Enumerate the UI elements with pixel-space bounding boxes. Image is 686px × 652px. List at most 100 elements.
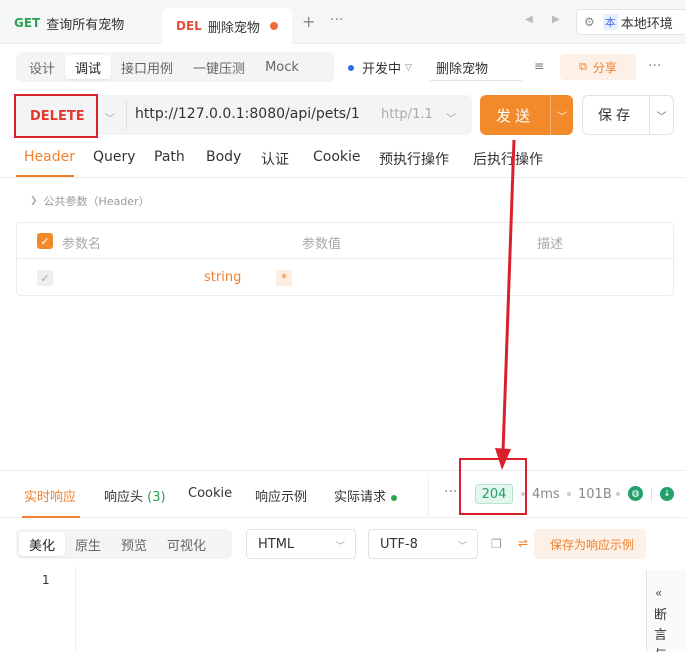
mode-design[interactable]: 设计 — [19, 55, 65, 79]
status-dot-icon — [348, 64, 354, 71]
download-icon[interactable]: ↓ — [660, 487, 674, 501]
tab-label: 实际请求 — [334, 490, 387, 505]
separator-dot — [616, 492, 620, 496]
scroll-right-icon[interactable]: ▶ — [552, 14, 560, 25]
more-icon[interactable]: ··· — [444, 484, 457, 500]
table-header: ✓ 参数名 参数值 描述 — [17, 223, 673, 259]
view-mode-switcher: 美化 原生 预览 可视化 — [16, 529, 232, 559]
mode-test-case[interactable]: 接口用例 — [111, 55, 183, 79]
tab-path[interactable]: Path — [154, 149, 185, 165]
tab-query[interactable]: Query — [93, 149, 136, 165]
more-tabs-icon[interactable]: ··· — [330, 12, 343, 28]
tab-post-script[interactable]: 后执行操作 — [473, 149, 543, 169]
environment-selector[interactable]: ⚙ 本 本地环境 — [576, 9, 686, 35]
headers-count: (3) — [147, 490, 166, 505]
add-tab-icon[interactable]: + — [302, 12, 315, 31]
method-select[interactable]: DELETE — [14, 94, 98, 138]
chevron-down-icon: ﹀ — [457, 542, 467, 552]
response-body-editor[interactable] — [16, 566, 638, 652]
column-header-desc: 描述 — [537, 237, 564, 252]
column-header-value: 参数值 — [302, 237, 342, 252]
scroll-left-icon[interactable]: ◀ — [525, 14, 533, 25]
public-params-label: 公共参数（Header） — [43, 195, 150, 208]
row-checkbox[interactable]: ✓ — [37, 270, 53, 286]
chevron-down-icon[interactable]: ﹀ — [446, 110, 456, 125]
mode-mock[interactable]: Mock — [255, 55, 309, 79]
view-visualize[interactable]: 可视化 — [157, 532, 216, 556]
required-toggle[interactable]: * — [276, 270, 292, 286]
tab-response-headers[interactable]: 响应头 (3) — [104, 486, 166, 505]
divider — [126, 100, 127, 130]
format-select[interactable]: HTML ﹀ — [246, 529, 356, 559]
tab-method-get: GET — [14, 16, 41, 30]
send-button[interactable]: 发送 — [480, 95, 550, 135]
response-time: 4ms — [532, 487, 560, 502]
env-badge: 本 — [602, 14, 618, 30]
encoding-select[interactable]: UTF-8 ﹀ — [368, 529, 478, 559]
format-icon[interactable]: ≡ — [534, 59, 544, 73]
tab-name: 删除宠物 — [207, 20, 260, 36]
chevron-left-icon[interactable]: « — [655, 586, 662, 600]
tab-live-response[interactable]: 实时响应 — [24, 486, 76, 505]
divider — [0, 470, 686, 471]
view-raw[interactable]: 原生 — [65, 532, 111, 556]
gear-icon[interactable]: ⚙ — [584, 15, 595, 29]
divider — [430, 80, 522, 81]
mode-debug[interactable]: 调试 — [65, 55, 112, 79]
share-icon: ⧉ — [579, 60, 587, 73]
tab-header[interactable]: Header — [24, 149, 75, 165]
url-input[interactable]: http://127.0.0.1:8080/api/pets/1 — [135, 106, 360, 122]
tab-auth[interactable]: 认证 — [261, 149, 289, 169]
divider — [428, 478, 429, 516]
chevron-down-icon: ▽ — [405, 62, 412, 73]
tab-get-pets[interactable]: GET 查询所有宠物 — [14, 8, 124, 38]
save-button[interactable]: 保存 — [582, 95, 650, 135]
tab-response-cookie[interactable]: Cookie — [188, 486, 232, 501]
separator-dot — [521, 492, 525, 496]
tab-body[interactable]: Body — [206, 149, 241, 165]
send-options-chevron-icon[interactable]: ﹀ — [550, 95, 573, 135]
save-options-chevron-icon[interactable]: ﹀ — [649, 95, 674, 135]
tab-delete-pet[interactable]: DEL 删除宠物 — [162, 8, 292, 44]
tab-pre-script[interactable]: 预执行操作 — [379, 149, 449, 169]
response-size: 101B — [578, 487, 612, 502]
tab-method-del: DEL — [176, 19, 202, 33]
divider — [651, 487, 652, 501]
live-dot-icon — [391, 494, 398, 501]
tab-label: 响应头 — [104, 490, 144, 505]
mode-switcher: 设计 调试 接口用例 一键压测 Mock — [16, 52, 334, 82]
unsaved-dot-icon — [269, 22, 278, 30]
request-tabs: Header Query Path Body 认证 Cookie 预执行操作 后… — [0, 146, 686, 178]
tab-name: 查询所有宠物 — [46, 17, 125, 33]
share-button[interactable]: ⧉ 分享 — [560, 54, 636, 80]
tab-response-example[interactable]: 响应示例 — [255, 486, 307, 505]
active-tab-indicator — [22, 516, 80, 518]
view-pretty[interactable]: 美化 — [19, 532, 66, 556]
view-preview[interactable]: 预览 — [111, 532, 157, 556]
tab-actual-request[interactable]: 实际请求 — [334, 486, 398, 505]
save-as-example-button[interactable]: 保存为响应示例 — [534, 529, 646, 559]
tab-bar: GET 查询所有宠物 DEL 删除宠物 + ··· ◀ ▶ ⚙ 本 本地环境 — [0, 0, 686, 44]
param-type[interactable]: string — [204, 270, 241, 285]
annotation-highlight-status — [459, 458, 527, 515]
copy-icon[interactable]: ❐ — [491, 537, 502, 551]
tab-cookie[interactable]: Cookie — [313, 149, 361, 165]
column-header-name: 参数名 — [62, 237, 102, 252]
status-selector[interactable]: 开发中 ▽ — [348, 58, 412, 77]
chevron-down-icon[interactable]: ﹀ — [105, 110, 115, 125]
wrap-icon[interactable]: ⇌ — [518, 536, 528, 550]
api-name-input[interactable]: 删除宠物 — [436, 58, 488, 77]
mode-load-test[interactable]: 一键压测 — [183, 55, 255, 79]
globe-icon[interactable]: ◍ — [628, 486, 643, 501]
share-label: 分享 — [592, 60, 617, 75]
encoding-value: UTF-8 — [380, 536, 418, 552]
more-icon[interactable]: ··· — [648, 58, 661, 74]
http-version-select[interactable]: http/1.1 — [381, 107, 433, 122]
env-name: 本地环境 — [620, 16, 673, 32]
public-params-toggle[interactable]: ❯ 公共参数（Header） — [30, 193, 150, 209]
active-tab-indicator — [16, 175, 74, 177]
chevron-down-icon: ﹀ — [335, 542, 345, 552]
params-table: ✓ 参数名 参数值 描述 ✓ string * — [16, 222, 674, 296]
format-value: HTML — [258, 536, 295, 552]
select-all-checkbox[interactable]: ✓ — [37, 233, 53, 249]
